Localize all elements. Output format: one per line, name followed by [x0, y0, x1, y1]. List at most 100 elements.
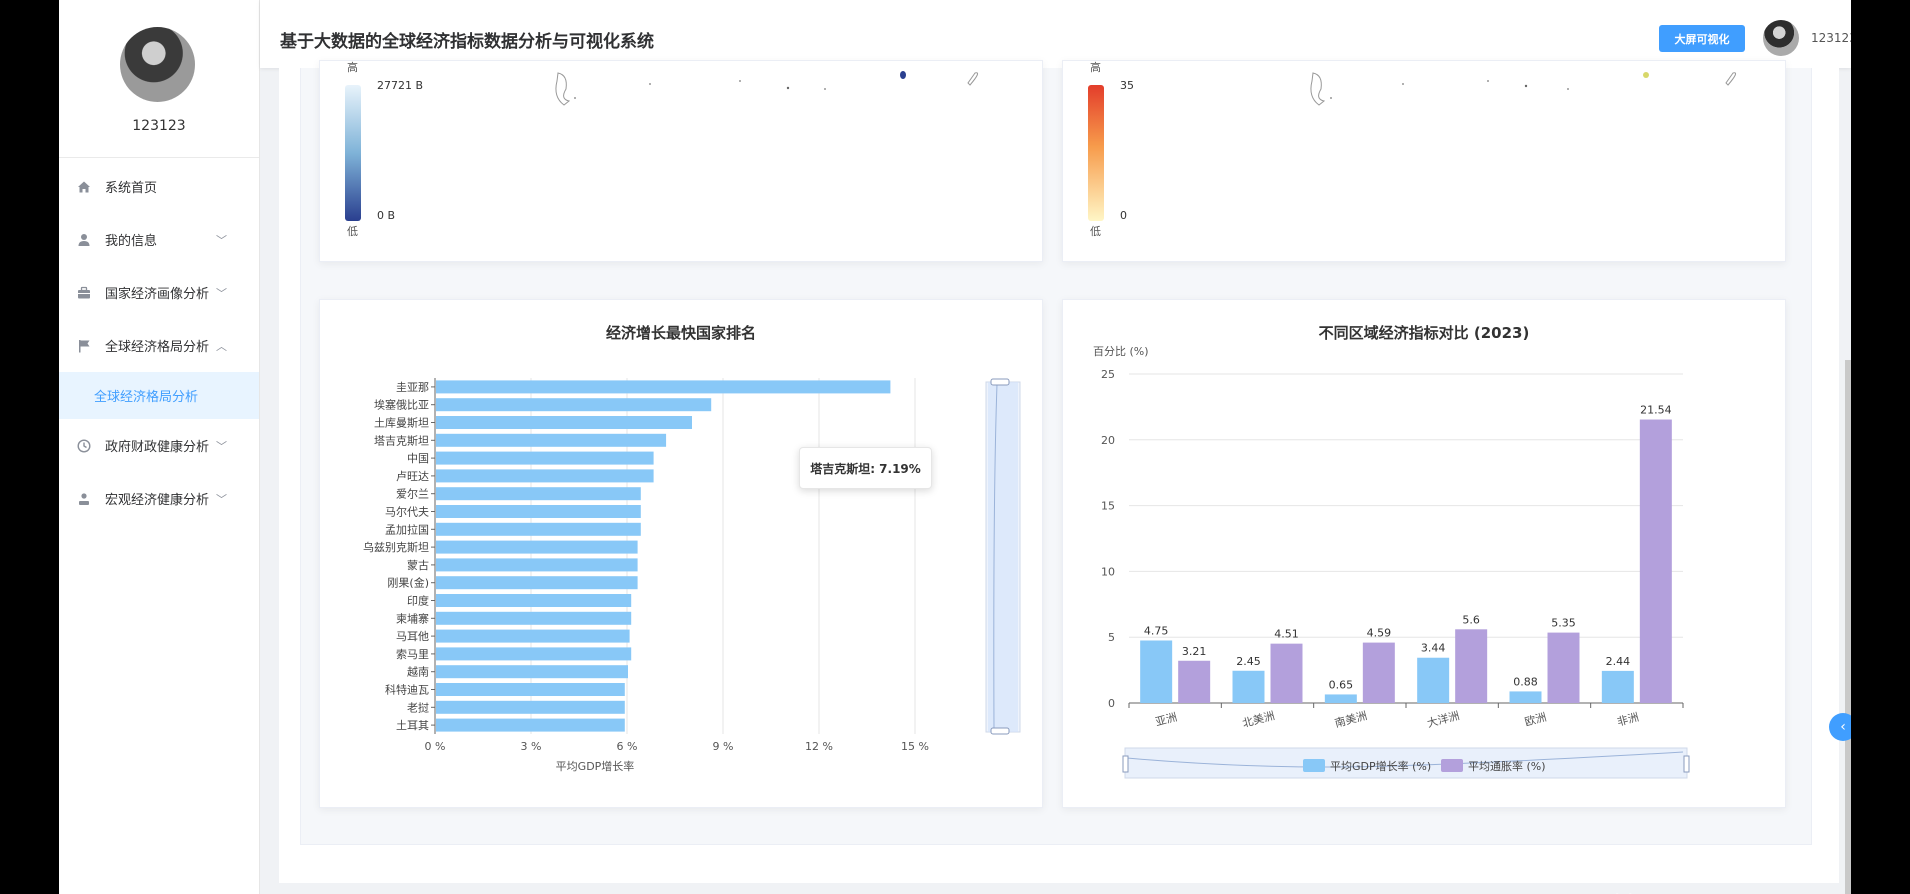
bar[interactable] — [1140, 640, 1173, 703]
y-tick-label: 索马里 — [396, 647, 429, 661]
bar[interactable] — [1639, 419, 1672, 703]
bar[interactable] — [436, 576, 638, 590]
top-header: 基于大数据的全球经济指标数据分析与可视化系统 大屏可视化 123123 ▼ — [260, 0, 1851, 68]
bar[interactable] — [436, 629, 630, 643]
y-tick-label: 25 — [1101, 368, 1115, 381]
sidebar-item-global-pattern[interactable]: 全球经济格局分析 ︿ — [59, 319, 259, 372]
regional-comparison-card: 不同区域经济指标对比 (2023) 0 5 10 15 20 25 百分比 (%) 4.75 3… — [1062, 299, 1786, 808]
bar[interactable] — [1601, 670, 1634, 703]
y-tick-label: 10 — [1101, 565, 1115, 578]
header-username[interactable]: 123123 — [1811, 31, 1851, 45]
data-zoom-handle-left[interactable] — [1122, 755, 1129, 773]
x-axis-label: 平均GDP增长率 — [556, 759, 635, 773]
bar[interactable] — [436, 398, 712, 412]
x-tick-label: 12 % — [805, 740, 833, 753]
y-tick-label: 卢旺达 — [396, 470, 429, 483]
x-tick-label: 北美洲 — [1241, 709, 1276, 730]
x-tick-label: 欧洲 — [1523, 710, 1548, 728]
x-tick-label: 9 % — [713, 740, 734, 753]
map-landmass — [967, 72, 979, 86]
bar[interactable] — [436, 665, 628, 679]
bar[interactable] — [436, 451, 654, 465]
bar[interactable] — [1509, 691, 1542, 703]
data-label: 4.59 — [1367, 627, 1392, 640]
header-avatar[interactable] — [1763, 20, 1799, 56]
bar[interactable] — [436, 718, 625, 732]
bar[interactable] — [1417, 657, 1450, 703]
bar[interactable] — [436, 683, 625, 696]
gdp-map-card: 高 27721 B 0 B 低 — [319, 60, 1043, 262]
data-zoom-handle-top[interactable] — [990, 378, 1010, 386]
big-screen-button[interactable]: 大屏可视化 — [1659, 25, 1745, 52]
gdp-visual-map-bar[interactable] — [345, 85, 361, 221]
chart-tooltip: 塔吉克斯坦: 7.19% — [799, 447, 932, 489]
legend-label[interactable]: 平均GDP增长率 (%) — [1330, 759, 1431, 773]
legend-swatch[interactable] — [1303, 759, 1325, 772]
y-tick-label: 土库曼斯坦 — [374, 416, 429, 430]
regional-comparison-chart: 0 5 10 15 20 25 百分比 (%) 4.75 3.21 亚洲 2.45 4.51 北美洲 0.… — [1093, 345, 1690, 779]
bar[interactable] — [436, 611, 632, 625]
person-icon — [77, 492, 91, 506]
sidebar-item-my-info[interactable]: 我的信息 ﹀ — [59, 213, 259, 266]
bar[interactable] — [436, 433, 667, 447]
sidebar-item-label: 政府财政健康分析 — [105, 440, 210, 455]
sidebar-subitem-global-pattern[interactable]: 全球经济格局分析 — [59, 372, 259, 419]
data-label: 3.44 — [1421, 642, 1446, 655]
sidebar-item-home[interactable]: 系统首页 — [59, 160, 259, 213]
bar[interactable] — [1547, 632, 1580, 703]
x-tick-label: 大洋洲 — [1425, 708, 1460, 730]
inflation-map — [1088, 72, 1737, 221]
page-scrollbar[interactable] — [1845, 360, 1851, 894]
chevron-down-icon: ﹀ — [216, 286, 227, 300]
bar[interactable] — [436, 647, 632, 661]
data-label: 21.54 — [1640, 404, 1672, 417]
bar[interactable] — [436, 558, 638, 572]
collapse-icon[interactable]: ‹ — [1829, 713, 1851, 741]
bar[interactable] — [436, 505, 641, 518]
user-avatar[interactable] — [120, 27, 195, 102]
bar[interactable] — [436, 540, 638, 554]
bar[interactable] — [1270, 643, 1303, 703]
bar[interactable] — [1362, 642, 1395, 703]
bar[interactable] — [436, 700, 625, 714]
bar[interactable] — [1324, 694, 1357, 703]
divider — [59, 157, 259, 158]
map-region-highlight[interactable] — [1643, 72, 1649, 78]
sidebar-item-macro-health[interactable]: 宏观经济健康分析 ﹀ — [59, 472, 259, 525]
y-tick-label: 15 — [1101, 500, 1115, 513]
legend-low-label: 低 — [347, 225, 358, 238]
data-label: 0.65 — [1329, 678, 1354, 691]
user-icon — [77, 233, 91, 247]
y-axis-label: 百分比 (%) — [1093, 345, 1149, 358]
legend-max-value: 35 — [1120, 79, 1134, 92]
data-zoom-window[interactable] — [988, 382, 1018, 732]
y-tick-label: 0 — [1108, 697, 1115, 710]
data-zoom-handle-right[interactable] — [1683, 755, 1690, 773]
bar[interactable] — [436, 380, 891, 394]
sidebar-item-label: 宏观经济健康分析 — [105, 493, 210, 508]
bar[interactable] — [1178, 660, 1211, 703]
data-label: 3.21 — [1182, 645, 1207, 658]
sidebar-item-fiscal-health[interactable]: 政府财政健康分析 ﹀ — [59, 419, 259, 472]
bar[interactable] — [436, 594, 632, 607]
y-tick-label: 爱尔兰 — [396, 488, 429, 501]
legend-label[interactable]: 平均通胀率 (%) — [1468, 759, 1546, 773]
app-viewport: 123123 系统首页 我的信息 ﹀ 国家经济画像分析 ﹀ 全球经济格局分析 ︿ — [59, 0, 1851, 894]
y-tick-label: 圭亚那 — [396, 381, 429, 394]
legend-swatch[interactable] — [1441, 759, 1463, 772]
bar[interactable] — [1455, 629, 1488, 703]
bar[interactable] — [436, 487, 641, 501]
bar[interactable] — [1232, 670, 1265, 703]
bar[interactable] — [436, 522, 641, 536]
bar[interactable] — [436, 416, 692, 429]
legend-max-value: 27721 B — [377, 79, 424, 92]
chevron-up-icon: ︿ — [216, 339, 227, 353]
data-label: 2.45 — [1236, 655, 1261, 668]
chevron-down-icon: ﹀ — [216, 439, 227, 453]
data-zoom-handle-bottom[interactable] — [990, 727, 1010, 735]
map-region-highlight[interactable] — [900, 71, 906, 79]
y-tick-label: 20 — [1101, 434, 1115, 447]
bar[interactable] — [436, 469, 654, 483]
sidebar-item-country-profile[interactable]: 国家经济画像分析 ﹀ — [59, 266, 259, 319]
inflation-visual-map-bar[interactable] — [1088, 85, 1104, 221]
